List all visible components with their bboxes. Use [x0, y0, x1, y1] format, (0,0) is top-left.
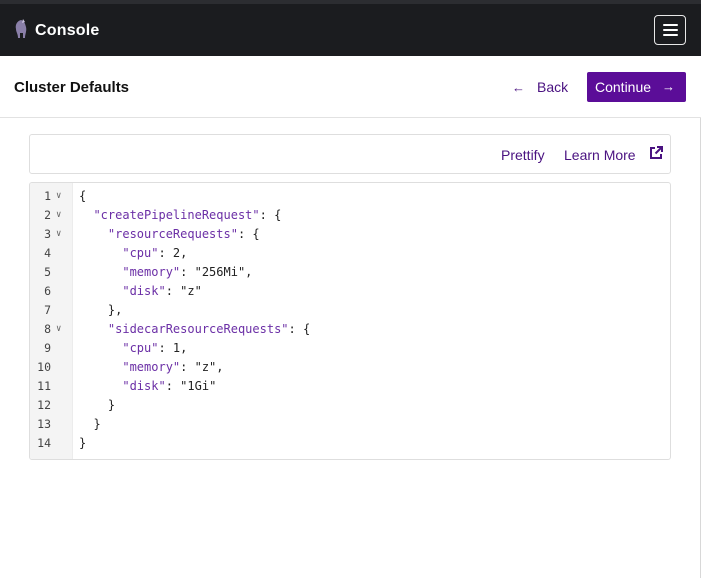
json-key: "disk" [122, 284, 166, 298]
code-text: "sidecarResourceRequests": { [107, 322, 311, 336]
editor-toolbar: Prettify Learn More [29, 134, 671, 174]
arrow-right-icon: → [662, 79, 675, 94]
code-text: "cpu": 2, [122, 246, 188, 260]
code-text: "disk": "1Gi" [122, 379, 217, 393]
hamburger-menu-button[interactable] [654, 15, 686, 45]
external-link-icon[interactable] [649, 146, 663, 160]
code-line: 12 } [30, 396, 670, 415]
code-line: 13 } [30, 415, 670, 434]
page-header: Cluster Defaults ← Back Continue → [0, 56, 701, 118]
code-text: }, [79, 303, 123, 317]
line-number: 2 [44, 208, 51, 222]
back-button-label: Back [537, 79, 569, 95]
brand-title: Console [35, 22, 100, 39]
json-key: "resourceRequests" [107, 227, 238, 241]
line-number: 11 [37, 379, 51, 393]
line-number: 13 [37, 417, 51, 431]
json-key: "cpu" [122, 341, 159, 355]
line-number: 1 [44, 189, 51, 203]
line-number: 12 [37, 398, 51, 412]
hamburger-menu-icon [663, 24, 678, 26]
line-number: 7 [44, 303, 51, 317]
json-key: "sidecarResourceRequests" [107, 322, 289, 336]
line-number: 5 [44, 265, 51, 279]
hamburger-menu-icon-bar [663, 29, 678, 31]
code-text: "createPipelineRequest": { [93, 208, 282, 222]
hamburger-menu-icon-bar [663, 34, 678, 36]
code-line: 4 "cpu": 2, [30, 244, 670, 263]
json-key: "disk" [122, 379, 166, 393]
code-line: 8 ∨ "sidecarResourceRequests": { [30, 320, 670, 339]
back-button[interactable]: ← Back [512, 72, 568, 102]
json-key: "memory" [122, 360, 181, 374]
line-number: 14 [37, 436, 51, 450]
code-text: "disk": "z" [122, 284, 202, 298]
line-number: 9 [44, 341, 51, 355]
line-number: 3 [44, 227, 51, 241]
code-line: 6 "disk": "z" [30, 282, 670, 301]
code-text: "memory": "256Mi", [122, 265, 253, 279]
chevron-down-icon[interactable]: ∨ [56, 225, 61, 244]
chevron-down-icon[interactable]: ∨ [56, 206, 61, 225]
line-number: 8 [44, 322, 51, 336]
code-line: 2 ∨ "createPipelineRequest": { [30, 206, 670, 225]
line-number: 10 [37, 360, 51, 374]
continue-button-label: Continue [595, 79, 652, 95]
code-text: } [79, 436, 87, 450]
json-key: "createPipelineRequest" [93, 208, 260, 222]
top-navbar: Console [0, 0, 701, 56]
code-text: } [79, 398, 116, 412]
code-text: "cpu": 1, [122, 341, 188, 355]
pachyderm-logo-icon [15, 19, 27, 38]
code-line: 1 ∨ { [30, 187, 670, 206]
chevron-down-icon[interactable]: ∨ [56, 187, 61, 206]
continue-button[interactable]: Continue → [587, 72, 686, 102]
line-number: 4 [44, 246, 51, 260]
learn-more-link[interactable]: Learn More [564, 147, 636, 163]
json-code-editor[interactable]: 1 ∨ {2 ∨ "createPipelineRequest": { 3 ∨ "reso… [29, 182, 671, 460]
prettify-button[interactable]: Prettify [501, 147, 545, 163]
chevron-down-icon[interactable]: ∨ [56, 320, 61, 339]
code-line: 11 "disk": "1Gi" [30, 377, 670, 396]
code-line: 14} [30, 434, 670, 453]
code-line: 10 "memory": "z", [30, 358, 670, 377]
app-window: Console Cluster Defaults ← Back Continue… [0, 0, 701, 578]
code-line: 9 "cpu": 1, [30, 339, 670, 358]
code-line: 7 }, [30, 301, 670, 320]
code-text: { [79, 189, 87, 203]
code-text: "resourceRequests": { [107, 227, 260, 241]
code-line: 5 "memory": "256Mi", [30, 263, 670, 282]
code-text: "memory": "z", [122, 360, 224, 374]
code-text: } [79, 417, 101, 431]
json-key: "memory" [122, 265, 181, 279]
code-line: 3 ∨ "resourceRequests": { [30, 225, 670, 244]
arrow-left-icon: ← [512, 79, 525, 95]
page-title: Cluster Defaults [14, 79, 130, 96]
line-number: 6 [44, 284, 51, 298]
json-key: "cpu" [122, 246, 159, 260]
